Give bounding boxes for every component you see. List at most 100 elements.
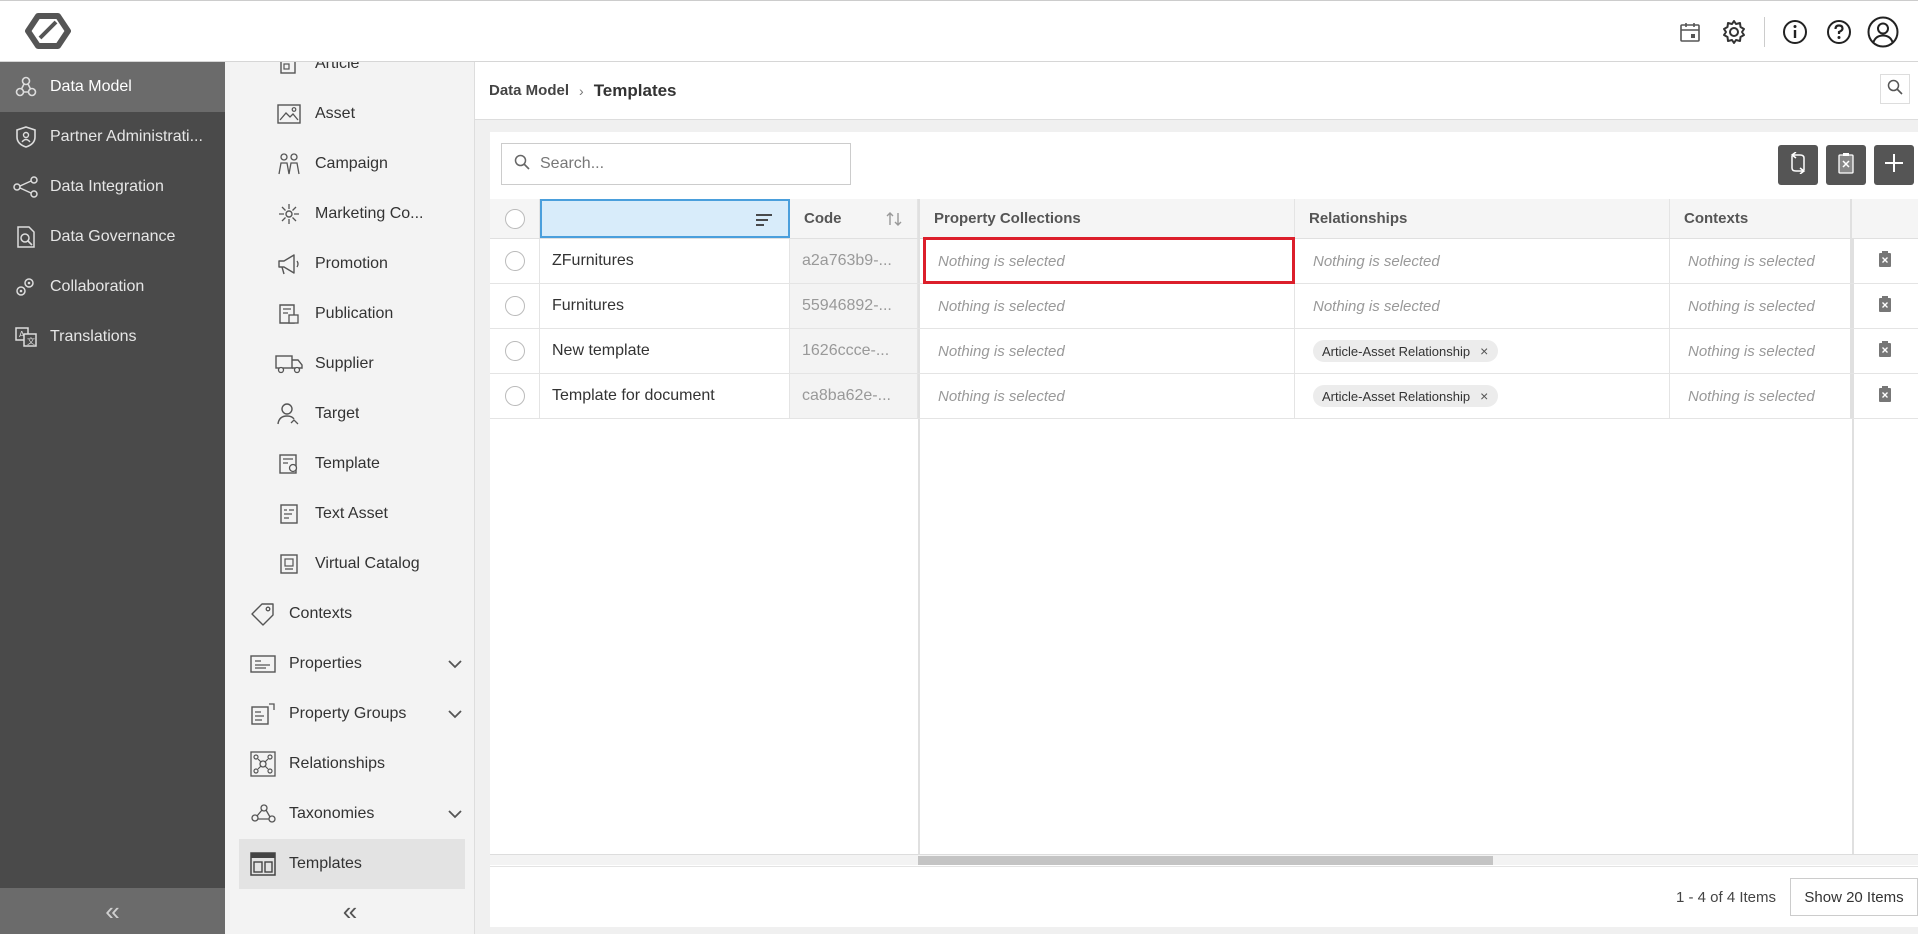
contexts-select[interactable]: Nothing is selected [1670,374,1852,418]
table-row[interactable]: ZFurnitures a2a763b9-... Nothing is sele… [490,239,1918,284]
gear-icon[interactable] [1717,15,1751,49]
sort-icon[interactable] [885,210,903,232]
template-name[interactable]: Template for document [540,374,790,418]
horizontal-scrollbar[interactable] [490,854,1918,865]
chip-remove-icon[interactable]: × [1480,343,1488,359]
nav-item-data-model[interactable]: Data Model [0,62,225,112]
subnav-item-text-asset[interactable]: Text Asset [225,489,474,539]
brand-logo-icon[interactable] [24,12,72,50]
subnav-item-label: Template [315,455,380,472]
text-asset-icon [275,501,303,527]
subnav-item-asset[interactable]: Asset [225,89,474,139]
property-collections-select[interactable]: Nothing is selected [918,239,1295,283]
subnav-item-marketing-collection[interactable]: Marketing Co... [225,189,474,239]
chip-remove-icon[interactable]: × [1480,388,1488,404]
subnav-item-properties[interactable]: Properties [225,639,474,689]
template-name[interactable]: ZFurnitures [540,239,790,283]
nav-item-collaboration[interactable]: Collaboration [0,262,225,312]
properties-icon [249,651,277,677]
subnav-item-supplier[interactable]: Supplier [225,339,474,389]
relationships-select[interactable]: Article-Asset Relationship × [1295,329,1670,373]
governance-icon [12,224,40,250]
subnav-item-promotion[interactable]: Promotion [225,239,474,289]
contexts-select[interactable]: Nothing is selected [1670,284,1852,328]
subnav-item-virtual-catalog[interactable]: Virtual Catalog [225,539,474,589]
row-delete-button[interactable] [1852,374,1918,418]
relationships-select[interactable]: Nothing is selected [1295,239,1670,283]
global-search-button[interactable] [1880,74,1910,104]
subnav-item-target[interactable]: Target [225,389,474,439]
nav-item-data-integration[interactable]: Data Integration [0,162,225,212]
subnav-item-publication[interactable]: Publication [225,289,474,339]
property-collections-select[interactable]: Nothing is selected [918,329,1295,373]
nav-item-partner-administration[interactable]: Partner Administrati... [0,112,225,162]
table-row[interactable]: Furnitures 55946892-... Nothing is selec… [490,284,1918,329]
row-delete-button[interactable] [1852,329,1918,373]
column-header-relationships[interactable]: Relationships [1295,199,1670,238]
taxonomy-icon [249,801,277,827]
subnav-item-property-groups[interactable]: Property Groups [225,689,474,739]
row-select-radio[interactable] [504,341,525,361]
user-avatar-icon[interactable] [1866,15,1900,49]
truck-icon [275,351,303,377]
main-content: Data Model › Templates Search... Code Pr… [475,62,1918,934]
property-collections-select[interactable]: Nothing is selected [918,374,1295,418]
row-delete-button[interactable] [1852,239,1918,283]
delete-button[interactable] [1826,145,1866,185]
row-select-radio[interactable] [504,251,525,271]
info-icon[interactable] [1778,15,1812,49]
select-all-checkbox[interactable] [504,208,525,229]
templates-icon [249,851,277,877]
collapse-sub-nav-button[interactable]: « [225,888,474,934]
breadcrumb-root-link[interactable]: Data Model [489,82,569,99]
subnav-item-templates[interactable]: Templates [239,839,465,889]
chevron-down-icon[interactable] [447,706,463,724]
campaign-icon [275,151,303,177]
scrollbar-thumb[interactable] [918,856,1493,865]
template-name[interactable]: New template [540,329,790,373]
subnav-item-campaign[interactable]: Campaign [225,139,474,189]
refresh-button[interactable] [1778,145,1818,185]
property-collections-placeholder: Nothing is selected [938,252,1065,270]
collapse-main-nav-button[interactable]: « [0,888,225,934]
trash-icon [1878,250,1892,273]
page-size-button[interactable]: Show 20 Items [1790,878,1918,916]
row-select-radio[interactable] [504,296,525,316]
column-header-code[interactable]: Code [790,199,918,238]
row-delete-button[interactable] [1852,284,1918,328]
relationships-select[interactable]: Article-Asset Relationship × [1295,374,1670,418]
contexts-select[interactable]: Nothing is selected [1670,239,1852,283]
table-row[interactable]: Template for document ca8ba62e-... Nothi… [490,374,1918,419]
help-icon[interactable] [1822,15,1856,49]
property-collections-select[interactable]: Nothing is selected [918,284,1295,328]
subnav-item-label: Virtual Catalog [315,555,420,572]
column-menu-icon[interactable] [754,212,774,232]
contexts-placeholder: Nothing is selected [1688,342,1815,360]
nav-item-data-governance[interactable]: Data Governance [0,212,225,262]
subnav-item-label: Relationships [289,755,386,772]
row-select-radio[interactable] [504,386,525,406]
subnav-item-template[interactable]: Template [225,439,474,489]
relationships-placeholder: Nothing is selected [1313,252,1440,270]
chevron-down-icon[interactable] [447,806,463,824]
column-header-name[interactable] [540,199,790,238]
relationships-select[interactable]: Nothing is selected [1295,284,1670,328]
search-input[interactable] [540,155,830,173]
column-header-property-collections[interactable]: Property Collections [918,199,1295,238]
search-field[interactable] [501,143,851,185]
template-name[interactable]: Furnitures [540,284,790,328]
subnav-item-contexts[interactable]: Contexts [225,589,474,639]
property-collections-placeholder: Nothing is selected [938,342,1065,360]
column-header-contexts[interactable]: Contexts [1670,199,1852,238]
table-row[interactable]: New template 1626ccce-... Nothing is sel… [490,329,1918,374]
subnav-item-taxonomies[interactable]: Taxonomies [225,789,474,839]
search-icon [1887,79,1903,100]
subnav-item-article[interactable]: Article [225,62,474,89]
subnav-item-relationships[interactable]: Relationships [225,739,474,789]
contexts-select[interactable]: Nothing is selected [1670,329,1852,373]
calendar-icon[interactable] [1673,15,1707,49]
chevron-down-icon[interactable] [447,656,463,674]
add-button[interactable] [1874,145,1914,185]
nav-item-translations[interactable]: A文 Translations [0,312,225,362]
select-all-cell [490,199,540,238]
